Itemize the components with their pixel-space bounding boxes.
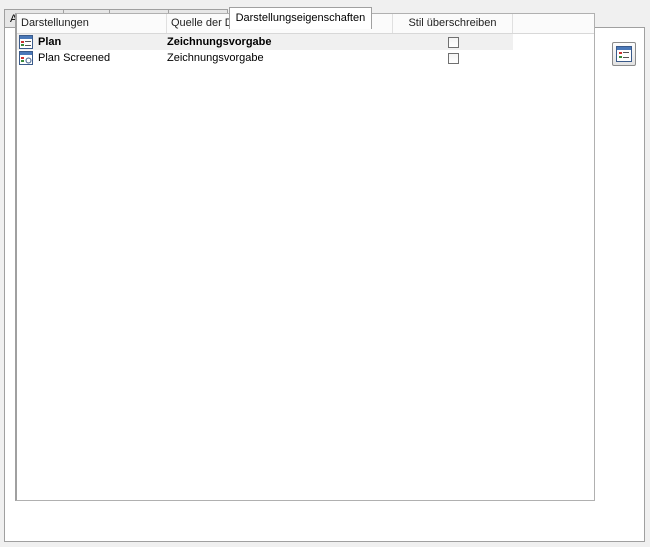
display-representation-screened-icon (19, 51, 33, 65)
row-name: Plan Screened (38, 52, 111, 64)
column-header-darstellungen[interactable]: Darstellungen (17, 14, 167, 33)
row-source: Zeichnungsvorgabe (167, 52, 264, 64)
row-name: Plan (38, 36, 62, 48)
override-style-checkbox[interactable] (447, 52, 459, 64)
column-header-filler (513, 14, 594, 33)
display-properties-grid: Darstellungen Quelle der Darstellungseig… (15, 13, 595, 501)
row-source: Zeichnungsvorgabe (167, 36, 272, 48)
column-header-stil-ueberschreiben[interactable]: Stil überschreiben (393, 14, 513, 33)
override-style-checkbox[interactable] (447, 36, 459, 48)
table-row[interactable]: Plan Zeichnungsvorgabe (17, 34, 513, 50)
table-row[interactable]: Plan Screened Zeichnungsvorgabe (17, 50, 594, 66)
properties-icon (616, 46, 632, 62)
tab-darstellungseigenschaften[interactable]: Darstellungseigenschaften (228, 7, 373, 29)
display-representation-icon (19, 35, 33, 49)
properties-button[interactable] (612, 42, 636, 66)
